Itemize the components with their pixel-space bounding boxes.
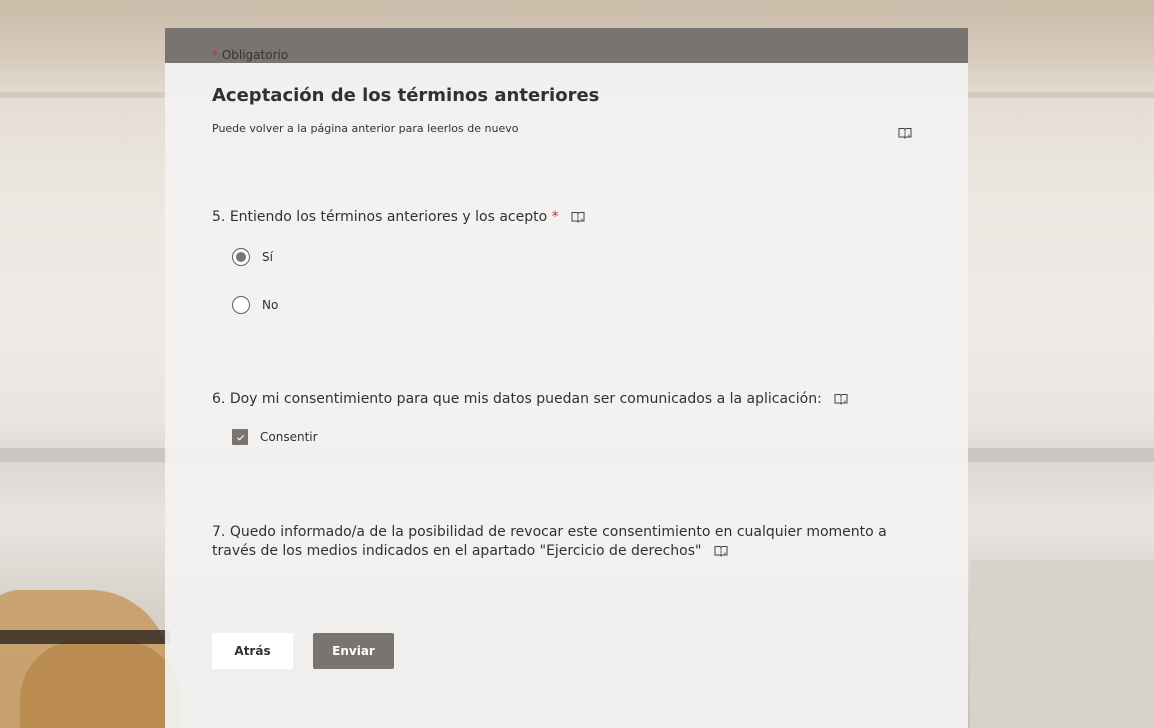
option-consentir[interactable]: Consentir (232, 429, 318, 445)
back-button[interactable]: Atrás (212, 633, 293, 669)
question-6-text: Doy mi consentimiento para que mis datos… (229, 391, 822, 407)
question-5-required-star: * (551, 209, 559, 225)
section-title: Aceptación de los términos anteriores (212, 85, 600, 106)
question-5: 5. Entiendo los términos anteriores y lo… (212, 208, 585, 227)
option-si-label: Sí (262, 250, 273, 264)
immersive-reader-icon[interactable] (834, 391, 848, 407)
form-card: * Obligatorio Aceptación de los términos… (165, 28, 968, 728)
immersive-reader-icon[interactable] (571, 209, 585, 225)
option-no[interactable]: No (232, 296, 278, 314)
required-star: * (212, 48, 218, 62)
required-note-label: Obligatorio (221, 48, 289, 62)
question-6: 6. Doy mi consentimiento para que mis da… (212, 390, 848, 409)
question-7: 7. Quedo informado/a de la posibilidad d… (212, 523, 912, 561)
option-si[interactable]: Sí (232, 248, 273, 266)
chair-shape (20, 640, 180, 728)
option-consentir-label: Consentir (260, 430, 318, 444)
immersive-reader-icon[interactable] (714, 543, 728, 559)
section-subtitle: Puede volver a la página anterior para l… (212, 122, 519, 135)
immersive-reader-icon[interactable] (898, 122, 912, 141)
consent-checkbox[interactable] (232, 429, 248, 445)
chair-leg-shape (0, 630, 170, 644)
question-6-number: 6. (212, 391, 226, 407)
question-7-number: 7. (212, 524, 226, 540)
question-7-text: Quedo informado/a de la posibilidad de r… (212, 524, 887, 559)
cabinet-shape (970, 560, 1154, 728)
radio-no[interactable] (232, 296, 250, 314)
send-button[interactable]: Enviar (313, 633, 394, 669)
question-5-text: Entiendo los términos anteriores y los a… (229, 209, 548, 225)
check-icon (236, 434, 244, 441)
question-5-number: 5. (212, 209, 226, 225)
radio-si[interactable] (232, 248, 250, 266)
option-no-label: No (262, 298, 279, 312)
required-note: * Obligatorio (212, 48, 288, 62)
